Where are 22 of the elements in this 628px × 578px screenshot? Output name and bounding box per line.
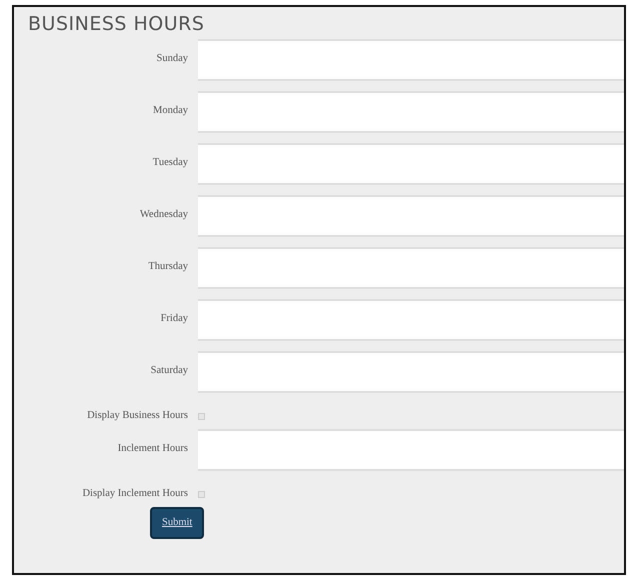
- submit-button[interactable]: Submit: [150, 507, 204, 539]
- text-field[interactable]: [198, 143, 624, 185]
- form-title: BUSINESS HOURS: [28, 13, 206, 35]
- field-label: Sunday: [156, 52, 189, 66]
- text-field[interactable]: [198, 247, 624, 289]
- text-field[interactable]: [198, 39, 624, 81]
- field-label: Thursday: [147, 260, 189, 274]
- checkbox[interactable]: [198, 490, 205, 498]
- checkbox[interactable]: [198, 412, 205, 420]
- text-field[interactable]: [198, 299, 624, 341]
- field-label: Display Business Hours: [86, 409, 189, 424]
- text-field[interactable]: [198, 195, 624, 237]
- text-field[interactable]: [198, 429, 624, 471]
- field-label: Friday: [160, 312, 189, 326]
- field-label: Monday: [152, 104, 189, 118]
- field-label: Saturday: [150, 364, 189, 378]
- field-label: Tuesday: [152, 156, 189, 170]
- text-field[interactable]: [198, 91, 624, 133]
- field-label: Display Inclement Hours: [81, 487, 189, 502]
- field-label: Inclement Hours: [116, 442, 189, 456]
- text-field[interactable]: [198, 351, 624, 393]
- field-label: Wednesday: [138, 208, 189, 222]
